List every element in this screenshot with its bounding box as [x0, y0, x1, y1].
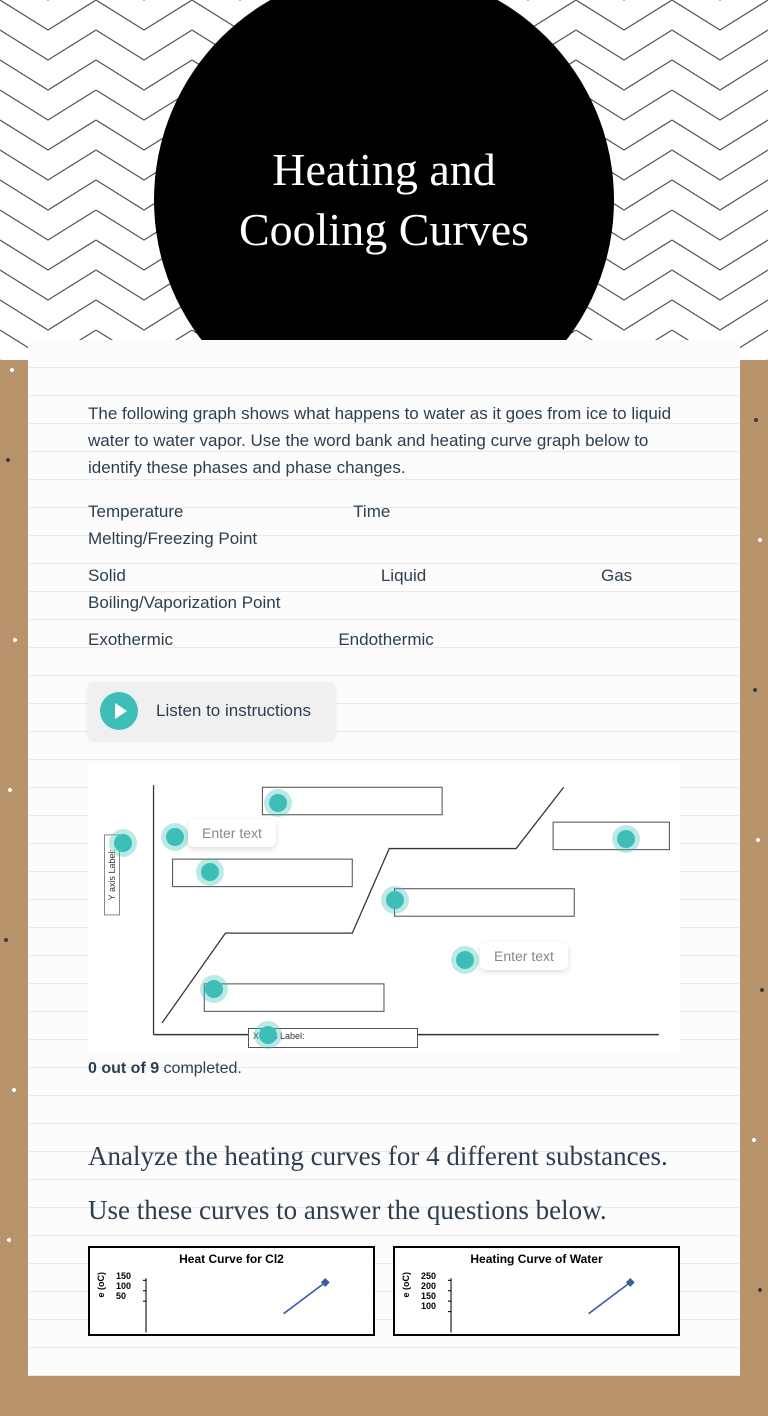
word-bank-row3: Exothermic Endothermic — [88, 626, 680, 653]
play-icon — [100, 692, 138, 730]
header-banner: Heating and Cooling Curves — [0, 0, 768, 360]
hotspot-box-mid[interactable] — [386, 891, 404, 909]
page-title: Heating and Cooling Curves — [194, 140, 574, 260]
hotspot-box-left[interactable] — [201, 863, 219, 881]
chart-water-title: Heating Curve of Water — [401, 1252, 672, 1266]
charts-row: Heat Curve for Cl2 e (oC) 150 100 50 — [88, 1246, 680, 1336]
hotspot-yaxis[interactable] — [114, 834, 132, 852]
intro-text: The following graph shows what happens t… — [88, 400, 680, 482]
hotspot-box-bottom[interactable] — [205, 980, 223, 998]
section-heading-1: Analyze the heating curves for 4 differe… — [88, 1138, 680, 1174]
title-circle: Heating and Cooling Curves — [154, 0, 614, 360]
hotspot-top-input[interactable] — [166, 828, 184, 846]
chart-cl2: Heat Curve for Cl2 e (oC) 150 100 50 — [88, 1246, 375, 1336]
word-bank-row2: Solid Liquid Gas Boiling/Vaporization Po… — [88, 562, 680, 616]
hotspot-box-right[interactable] — [617, 830, 635, 848]
content-card: The following graph shows what happens t… — [28, 340, 740, 1376]
input-enter-text-2[interactable]: Enter text — [480, 942, 568, 970]
section-heading-2: Use these curves to answer the questions… — [88, 1192, 680, 1228]
hotspot-xaxis[interactable] — [259, 1026, 277, 1044]
hotspot-box-top[interactable] — [269, 794, 287, 812]
heating-curve-diagram[interactable]: Y axis Label: X axis Label: Enter text E… — [88, 764, 680, 1054]
listen-button[interactable]: Listen to instructions — [88, 682, 335, 740]
listen-label: Listen to instructions — [156, 701, 311, 721]
chart-water: Heating Curve of Water e (oC) 250 200 15… — [393, 1246, 680, 1336]
hotspot-bottom-input[interactable] — [456, 951, 474, 969]
input-enter-text-1[interactable]: Enter text — [188, 819, 276, 847]
page-body: The following graph shows what happens t… — [0, 340, 768, 1416]
word-bank-row1: Temperature Time Melting/Freezing Point — [88, 498, 680, 552]
chart-cl2-title: Heat Curve for Cl2 — [96, 1252, 367, 1266]
